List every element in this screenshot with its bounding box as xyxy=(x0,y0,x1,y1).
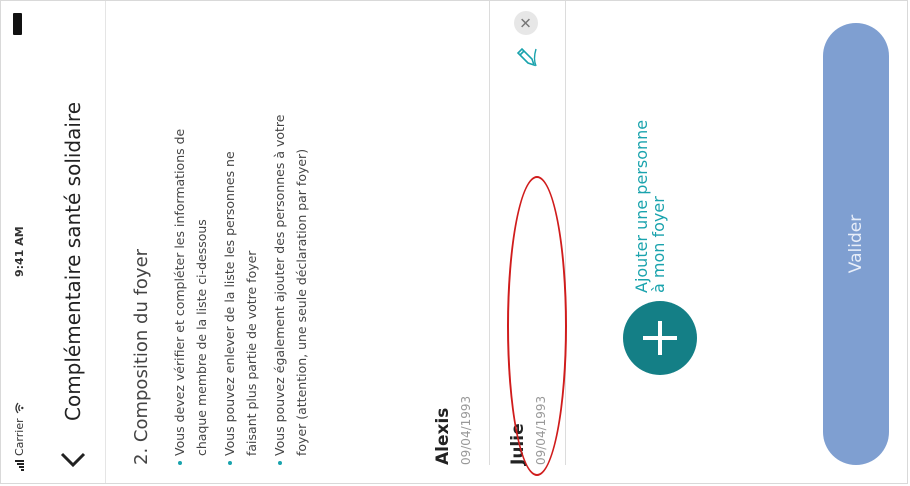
app-screen: Carrier 9:41 AM Complémentaire santé sol… xyxy=(1,1,907,483)
screenshot-frame: Carrier 9:41 AM Complémentaire santé sol… xyxy=(0,0,908,484)
member-name: Alexis xyxy=(433,407,453,465)
instruction-item: Vous pouvez enlever de la liste les pers… xyxy=(219,105,263,465)
member-birthdate: 09/04/1993 xyxy=(459,395,473,465)
add-person-row[interactable]: Ajouter une personne à mon foyer xyxy=(623,1,703,483)
add-person-button[interactable] xyxy=(623,301,697,375)
add-person-label-line: Ajouter une personne xyxy=(632,119,651,293)
add-person-label[interactable]: Ajouter une personne à mon foyer xyxy=(632,53,668,293)
instruction-item: Vous devez vérifier et compléter les inf… xyxy=(169,105,213,465)
household-member-row[interactable]: Alexis 09/04/1993 xyxy=(421,1,487,483)
signal-icon xyxy=(15,460,24,471)
add-person-label-line: à mon foyer xyxy=(649,196,668,293)
status-time: 9:41 AM xyxy=(13,226,26,277)
close-icon: ✕ xyxy=(517,16,535,30)
carrier-name: Carrier xyxy=(13,418,26,456)
section-title: 2. Composition du foyer xyxy=(131,248,152,465)
pencil-icon xyxy=(516,47,537,67)
battery-icon xyxy=(13,13,22,35)
chevron-left-icon xyxy=(60,452,86,468)
carrier-indicator: Carrier xyxy=(13,402,26,471)
top-app-bar: Complémentaire santé solidaire xyxy=(41,1,106,483)
instructions-list: Vous devez vérifier et compléter les inf… xyxy=(169,105,319,465)
page-title: Complémentaire santé solidaire xyxy=(61,101,85,421)
validate-button[interactable]: Valider xyxy=(823,23,889,465)
instruction-item: Vous pouvez également ajouter des person… xyxy=(269,105,313,465)
back-button[interactable] xyxy=(55,445,91,475)
household-member-row[interactable]: Julie 09/04/1993 ✕ xyxy=(496,1,562,483)
row-divider xyxy=(565,1,566,465)
wifi-icon xyxy=(15,402,24,414)
status-bar: Carrier 9:41 AM xyxy=(1,1,41,483)
row-divider xyxy=(489,1,490,465)
member-birthdate: 09/04/1993 xyxy=(534,395,548,465)
remove-member-button[interactable]: ✕ xyxy=(514,11,538,35)
edit-member-button[interactable] xyxy=(514,45,538,69)
member-name: Julie xyxy=(508,423,528,465)
